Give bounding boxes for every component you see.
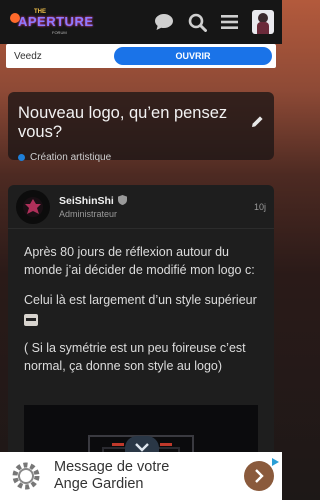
post-card: SeiShinShi Administrateur 10j Après 80 j… (8, 185, 274, 475)
top-ad-banner[interactable]: Veedz OUVRIR (6, 44, 276, 68)
topic-category[interactable]: Création artistique (18, 152, 264, 163)
chat-icon[interactable] (154, 13, 174, 31)
category-color-dot (18, 154, 25, 161)
post-age[interactable]: 10j (254, 202, 266, 212)
logo-red-accent (160, 443, 172, 446)
author-avatar[interactable] (16, 189, 50, 224)
ad-open-button[interactable]: OUVRIR (114, 47, 272, 65)
edit-pencil-icon[interactable] (251, 114, 264, 133)
ad-bottom-line2: Ange Gardien (54, 476, 144, 492)
ad-brand: Veedz (14, 50, 42, 62)
category-label: Création artistique (30, 152, 112, 163)
bottom-ad-banner[interactable]: Message de votre Ange Gardien (0, 452, 282, 500)
author-role: Administrateur (59, 208, 118, 219)
topic-title-row: Nouveau logo, qu’en pensez vous? (18, 104, 264, 142)
menu-icon[interactable] (221, 14, 238, 30)
logo-sub-text: FORUM (52, 30, 67, 35)
post-header: SeiShinShi Administrateur 10j (8, 185, 274, 229)
author-name-row: SeiShinShi (59, 194, 127, 208)
ad-bottom-text: Message de votre Ange Gardien (54, 459, 169, 493)
adchoices-icon[interactable] (270, 454, 280, 466)
top-header: THE APERTURE FORUM (0, 0, 282, 44)
user-avatar[interactable] (252, 10, 274, 34)
author-name[interactable]: SeiShinShi (59, 195, 114, 207)
post-paragraph: Celui là est largement d’un style supéri… (24, 293, 257, 307)
cool-face-emoji-icon (24, 313, 38, 326)
search-icon[interactable] (188, 13, 207, 32)
post-paragraph: Après 80 jours de réflexion autour du mo… (24, 245, 255, 277)
logo-red-accent (112, 443, 124, 446)
ad-bottom-line1: Message de votre (54, 459, 170, 475)
author-info: SeiShinShi Administrateur (59, 194, 127, 219)
post-paragraph-with-emoji: Celui là est largement d’un style supéri… (24, 291, 258, 327)
topic-title[interactable]: Nouveau logo, qu’en pensez vous? (18, 104, 245, 142)
shield-icon (117, 194, 127, 208)
post-body: Après 80 jours de réflexion autour du mo… (8, 229, 274, 375)
logo-wordmark: APERTURE (18, 14, 94, 29)
post-paragraph: ( Si la symétrie est un peu foireuse c’e… (24, 341, 246, 373)
header-icons (154, 10, 274, 34)
gear-icon (8, 458, 44, 494)
site-logo[interactable]: THE APERTURE FORUM (8, 7, 93, 37)
topic-title-card: Nouveau logo, qu’en pensez vous? Créatio… (8, 92, 274, 163)
